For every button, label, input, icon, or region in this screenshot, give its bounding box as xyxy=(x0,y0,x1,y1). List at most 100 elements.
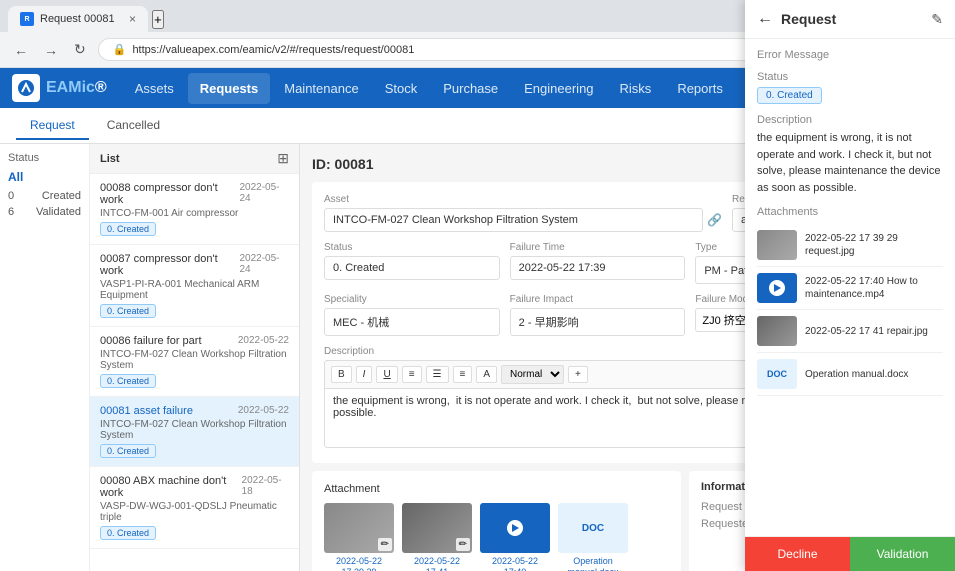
browser-tab[interactable]: R Request 00081 × xyxy=(8,6,148,32)
status-validated[interactable]: 6 Validated xyxy=(8,206,81,218)
form-group-failure-time: Failure Time 2022-05-22 17:39 xyxy=(510,242,686,280)
thumb-img-2: ✏ xyxy=(402,503,472,553)
panel-thumb-3 xyxy=(757,316,797,346)
back-button[interactable]: ← xyxy=(757,10,773,28)
panel-play-icon xyxy=(769,280,785,296)
nav-risks[interactable]: Risks xyxy=(608,73,664,104)
panel-thumb-1 xyxy=(757,230,797,260)
status-section: Status All 0 Created 6 Validated xyxy=(0,144,90,571)
status-all[interactable]: All xyxy=(8,170,81,184)
asset-link-icon[interactable]: 🔗 xyxy=(707,213,722,227)
doc-label: Operationmanual.docx xyxy=(558,556,628,571)
logo-area: EAMic® xyxy=(12,74,107,102)
back-button[interactable]: ← xyxy=(10,40,32,60)
mobile-panel: ← Request ✎ Error Message Status 0. Crea… xyxy=(745,0,955,571)
panel-thumb-info-3: 2022-05-22 17 41 repair.jpg xyxy=(805,325,928,338)
play-icon xyxy=(507,520,523,536)
panel-title: Request xyxy=(781,11,836,27)
panel-decline-button[interactable]: Decline xyxy=(745,537,850,571)
url-text: https://valueapex.com/eamic/v2/#/request… xyxy=(132,44,414,56)
item-title: 00081 asset failure xyxy=(100,405,193,417)
main-nav: Assets Requests Maintenance Stock Purcha… xyxy=(123,73,735,104)
nav-engineering[interactable]: Engineering xyxy=(512,73,605,104)
nav-maintenance[interactable]: Maintenance xyxy=(272,73,370,104)
italic-button[interactable]: I xyxy=(356,366,373,383)
attachment-title: Attachment xyxy=(324,483,669,495)
refresh-button[interactable]: ↻ xyxy=(70,39,90,60)
item-badge: 0. Created xyxy=(100,304,156,318)
tab-cancelled[interactable]: Cancelled xyxy=(93,112,174,140)
nav-reports[interactable]: Reports xyxy=(665,73,735,104)
panel-attachment-item-1: 2022-05-22 17 39 29 request.jpg xyxy=(757,224,943,267)
item-date: 2022-05-22 xyxy=(238,405,289,416)
attachment-thumb-1: ✏ 2022-05-2217 39 29request.jpg 🗑 ✏ xyxy=(324,503,394,571)
logo-icon xyxy=(12,74,40,102)
nav-requests[interactable]: Requests xyxy=(188,73,271,104)
list-item[interactable]: 00087 compressor don't work 2022-05-24 V… xyxy=(90,245,299,327)
thumb-img-1: ✏ xyxy=(324,503,394,553)
align-button[interactable]: ≡ xyxy=(453,366,473,383)
video-label: 2022-05-22 17:40How tomaintenance.mp4 xyxy=(480,556,550,571)
list-item-active[interactable]: 00081 asset failure 2022-05-22 INTCO-FM-… xyxy=(90,397,299,467)
nav-purchase[interactable]: Purchase xyxy=(431,73,510,104)
underline-button[interactable]: U xyxy=(376,366,397,383)
panel-validate-button[interactable]: Validation xyxy=(850,537,955,571)
status-title: Status xyxy=(8,152,81,164)
list-button[interactable]: ≡ xyxy=(402,366,422,383)
nav-stock[interactable]: Stock xyxy=(373,73,430,104)
panel-attachment-item-2: 2022-05-22 17:40 How to maintenance.mp4 xyxy=(757,267,943,310)
bold-button[interactable]: B xyxy=(331,366,352,383)
ordered-list-button[interactable]: ☰ xyxy=(426,366,449,383)
list-item[interactable]: 00080 ABX machine don't work 2022-05-18 … xyxy=(90,467,299,549)
failure-impact-label: Failure Impact xyxy=(510,294,686,305)
status-created[interactable]: 0 Created xyxy=(8,190,81,202)
item-badge: 0. Created xyxy=(100,444,156,458)
failure-impact-select[interactable]: 2 - 早期影响 xyxy=(510,308,686,336)
list-item[interactable]: 00086 failure for part 2022-05-22 INTCO-… xyxy=(90,327,299,397)
speciality-select[interactable]: MEC - 机械 xyxy=(324,308,500,336)
item-sub: INTCO-FM-001 Air compressor xyxy=(100,208,289,219)
panel-attachment-item-3: 2022-05-22 17 41 repair.jpg xyxy=(757,310,943,353)
panel-attachment-item-doc: DOC Operation manual.docx xyxy=(757,353,943,396)
nav-assets[interactable]: Assets xyxy=(123,73,186,104)
failure-time-input[interactable]: 2022-05-22 17:39 xyxy=(510,256,686,280)
item-title: 00088 compressor don't work xyxy=(100,182,239,206)
failure-time-label: Failure Time xyxy=(510,242,686,253)
validated-label: Validated xyxy=(36,206,81,218)
attachment-thumbs: ✏ 2022-05-2217 39 29request.jpg 🗑 ✏ xyxy=(324,503,669,571)
attachment-thumb-doc: DOC Operationmanual.docx 🗑 ✏ xyxy=(558,503,628,571)
tab-request[interactable]: Request xyxy=(16,112,89,140)
font-size-select[interactable]: Normal xyxy=(501,365,564,384)
thumb-edit-icon-2[interactable]: ✏ xyxy=(456,538,470,551)
tab-close-button[interactable]: × xyxy=(129,12,136,26)
item-sub: INTCO-FM-027 Clean Workshop Filtration S… xyxy=(100,349,289,371)
item-sub: VASP-DW-WGJ-001-QDSLJ Pneumatic triple xyxy=(100,501,289,523)
filter-icon[interactable]: ⊞ xyxy=(277,150,289,167)
panel-attachment-list: 2022-05-22 17 39 29 request.jpg 2022-05-… xyxy=(757,224,943,396)
list-item[interactable]: 00088 compressor don't work 2022-05-24 I… xyxy=(90,174,299,245)
insert-button[interactable]: + xyxy=(568,366,588,383)
thumb-label-2: 2022-05-2217 41repair.jpg xyxy=(402,556,472,571)
forward-button[interactable]: → xyxy=(40,40,62,60)
color-button[interactable]: A xyxy=(476,366,497,383)
attachment-thumb-video: 2022-05-22 17:40How tomaintenance.mp4 🗑 … xyxy=(480,503,550,571)
item-title: 00087 compressor don't work xyxy=(100,253,239,277)
status-select[interactable]: 0. Created xyxy=(324,256,500,280)
form-group-asset: Asset INTCO-FM-027 Clean Workshop Filtra… xyxy=(324,194,722,232)
speciality-label: Speciality xyxy=(324,294,500,305)
video-thumb xyxy=(480,503,550,553)
item-badge: 0. Created xyxy=(100,222,156,236)
panel-description-label: Description xyxy=(757,114,943,126)
panel-thumb-info-1: 2022-05-22 17 39 29 request.jpg xyxy=(805,232,943,258)
item-date: 2022-05-24 xyxy=(239,253,289,275)
asset-input[interactable]: INTCO-FM-027 Clean Workshop Filtration S… xyxy=(324,208,703,232)
doc-thumb: DOC xyxy=(558,503,628,553)
created-label: Created xyxy=(42,190,81,202)
new-tab-button[interactable]: + xyxy=(152,10,164,29)
thumb-edit-icon-1[interactable]: ✏ xyxy=(378,538,392,551)
item-sub: VASP1-PI-RA-001 Mechanical ARM Equipment xyxy=(100,279,289,301)
panel-thumb-doc: DOC xyxy=(757,359,797,389)
panel-edit-button[interactable]: ✎ xyxy=(931,11,943,28)
list-section: List ⊞ 00088 compressor don't work 2022-… xyxy=(90,144,299,571)
panel-description-value: the equipment is wrong, it is not operat… xyxy=(757,130,943,196)
